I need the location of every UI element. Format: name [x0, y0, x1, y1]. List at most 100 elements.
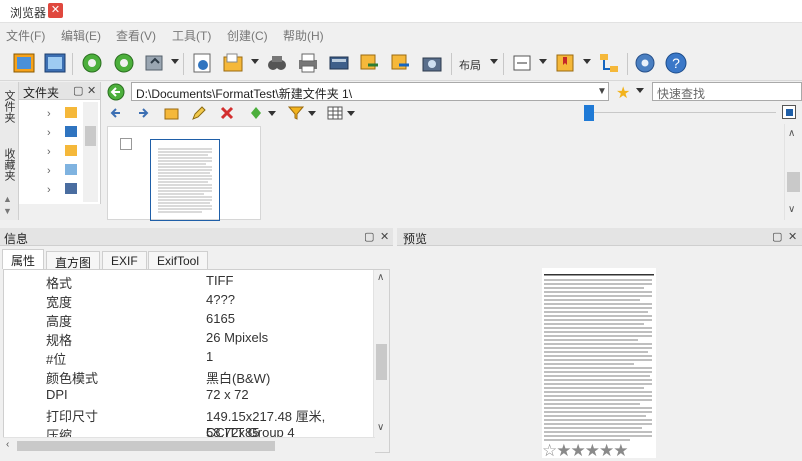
restore-icon[interactable]: ▢: [364, 230, 374, 243]
favorite-star-icon[interactable]: ★: [616, 83, 630, 103]
tree-expand-icon[interactable]: ›: [47, 184, 51, 196]
star-icon[interactable]: ★: [599, 441, 614, 460]
help-icon[interactable]: ?: [664, 51, 688, 75]
thumbnail-vscroll-thumb[interactable]: [787, 172, 800, 192]
tab-histogram[interactable]: 直方图: [46, 251, 101, 270]
tree-expand-icon[interactable]: ›: [47, 146, 51, 158]
convert-dropdown-icon[interactable]: [171, 59, 179, 64]
sort-icon[interactable]: [248, 105, 264, 121]
scroll-down-icon[interactable]: ∨: [788, 204, 795, 215]
side-scroll-up-icon[interactable]: ▲: [3, 194, 12, 204]
view-mode-icon[interactable]: [327, 105, 343, 121]
print-icon[interactable]: [296, 51, 320, 75]
restore-icon[interactable]: ▢: [73, 84, 83, 97]
bookmark-icon[interactable]: [553, 51, 577, 75]
layout-dropdown-icon[interactable]: [490, 59, 498, 64]
quick-search-input[interactable]: 快速查找: [652, 82, 802, 101]
capture-icon[interactable]: [420, 51, 444, 75]
star-icon[interactable]: ★: [571, 441, 586, 460]
menu-create[interactable]: 创建(C): [227, 27, 268, 44]
panel-close-icon[interactable]: ✕: [788, 230, 797, 243]
star-icon[interactable]: ★: [613, 441, 628, 460]
tab-exif[interactable]: EXIF: [102, 251, 147, 269]
back-arrow-icon[interactable]: [108, 105, 124, 121]
find-icon[interactable]: [265, 51, 289, 75]
page-range-icon[interactable]: [510, 51, 534, 75]
pictures-folder-icon[interactable]: [65, 164, 77, 175]
tree-expand-icon[interactable]: ›: [47, 127, 51, 139]
folder-hscroll[interactable]: [19, 204, 101, 220]
forward-arrow-icon[interactable]: [135, 105, 151, 121]
scan-icon[interactable]: [327, 51, 351, 75]
properties-vscroll[interactable]: ∧ ∨: [373, 270, 389, 452]
tab-properties[interactable]: 属性: [2, 249, 45, 269]
settings-gear-icon[interactable]: [633, 51, 657, 75]
properties-vscroll-thumb[interactable]: [376, 344, 387, 380]
open-with-icon[interactable]: [221, 51, 245, 75]
folder-vscroll[interactable]: [83, 102, 98, 202]
drive-icon[interactable]: [65, 183, 77, 194]
open-with-dropdown-icon[interactable]: [251, 59, 259, 64]
sort-dropdown-icon[interactable]: [268, 111, 276, 116]
scroll-down-icon[interactable]: ∨: [377, 422, 384, 433]
property-key: DPI: [46, 387, 68, 402]
viewer-icon[interactable]: [12, 51, 36, 75]
side-tab-folders[interactable]: 文件夹: [2, 90, 17, 123]
downloads-folder-icon[interactable]: [65, 126, 77, 137]
address-field[interactable]: D:\Documents\FormatTest\新建文件夹 1\: [131, 82, 609, 101]
scroll-up-icon[interactable]: ∧: [377, 272, 384, 283]
favorite-dropdown-icon[interactable]: [636, 88, 644, 93]
table-row: #位 1: [4, 347, 374, 367]
rotate-left-icon[interactable]: [80, 51, 104, 75]
menu-view[interactable]: 查看(V): [116, 27, 156, 44]
tree-expand-icon[interactable]: ›: [47, 165, 51, 177]
rating-stars[interactable]: ☆★★★★★: [542, 441, 629, 461]
menu-tools[interactable]: 工具(T): [172, 27, 211, 44]
star-icon[interactable]: ★: [585, 441, 600, 460]
panel-close-icon[interactable]: ✕: [380, 230, 389, 243]
filter-icon[interactable]: [287, 105, 305, 121]
side-tab-favorites[interactable]: 收藏夹: [2, 148, 17, 181]
music-folder-icon[interactable]: [65, 145, 77, 156]
properties-hscroll[interactable]: ‹: [3, 437, 375, 453]
folder-tree-icon[interactable]: [597, 51, 621, 75]
page-range-dropdown-icon[interactable]: [539, 59, 547, 64]
star-icon[interactable]: ★: [556, 441, 571, 460]
fullscreen-icon[interactable]: [43, 51, 67, 75]
new-folder-icon[interactable]: [164, 105, 180, 121]
thumbnail-checkbox[interactable]: [120, 138, 132, 150]
thumbnail-size-slider-handle[interactable]: [584, 105, 594, 121]
scroll-up-icon[interactable]: ∧: [788, 128, 795, 139]
layout-label[interactable]: 布局: [459, 57, 481, 73]
go-up-icon[interactable]: [107, 83, 125, 101]
restore-icon[interactable]: ▢: [772, 230, 782, 243]
panel-close-icon[interactable]: ✕: [87, 84, 96, 97]
tree-expand-icon[interactable]: ›: [47, 108, 51, 120]
bookmark-dropdown-icon[interactable]: [583, 59, 591, 64]
convert-icon[interactable]: [143, 51, 167, 75]
star-icon[interactable]: ☆: [542, 441, 557, 460]
view-mode-dropdown-icon[interactable]: [347, 111, 355, 116]
folder-icon[interactable]: [65, 107, 77, 118]
thumbnail-item[interactable]: [107, 126, 261, 221]
rotate-right-icon[interactable]: [112, 51, 136, 75]
scroll-left-icon[interactable]: ‹: [6, 439, 9, 450]
properties-hscroll-thumb[interactable]: [17, 441, 275, 451]
filter-dropdown-icon[interactable]: [308, 111, 316, 116]
copy-to-icon[interactable]: [358, 51, 382, 75]
close-icon[interactable]: ✕: [48, 3, 63, 18]
edit-icon[interactable]: [191, 105, 207, 121]
move-to-icon[interactable]: [389, 51, 413, 75]
menu-file[interactable]: 文件(F): [6, 27, 45, 44]
address-dropdown-icon[interactable]: ▼: [597, 86, 607, 97]
thumbnail-vscroll[interactable]: ∧ ∨: [784, 124, 802, 220]
delete-icon[interactable]: [219, 105, 235, 121]
menu-edit[interactable]: 编辑(E): [61, 27, 101, 44]
thumbnail-image[interactable]: [150, 139, 220, 221]
info-icon[interactable]: [190, 51, 214, 75]
tab-exiftool[interactable]: ExifTool: [148, 251, 209, 269]
menu-help[interactable]: 帮助(H): [283, 27, 324, 44]
side-scroll-down-icon[interactable]: ▼: [3, 206, 12, 216]
thumbnail-large-icon[interactable]: [782, 105, 796, 119]
thumbnail-size-slider-track[interactable]: [594, 112, 776, 113]
